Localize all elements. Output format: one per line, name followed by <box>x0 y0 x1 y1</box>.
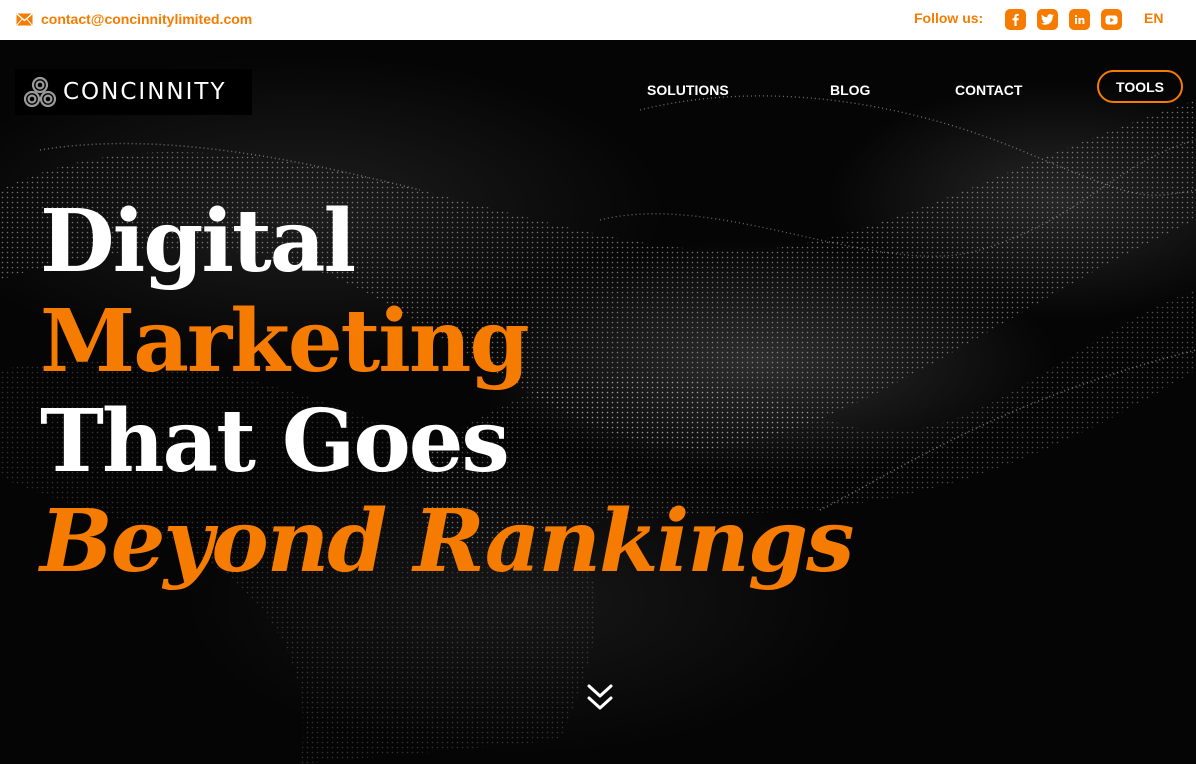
triskelion-logo-icon <box>23 76 57 108</box>
headline-line-3: That Goes <box>40 391 510 492</box>
twitter-icon[interactable] <box>1037 9 1058 30</box>
youtube-icon[interactable] <box>1101 9 1122 30</box>
double-chevron-down-icon[interactable] <box>586 683 614 713</box>
nav-solutions[interactable]: SOLUTIONS <box>647 82 729 98</box>
linkedin-icon[interactable] <box>1069 9 1090 30</box>
tools-button-label: TOOLS <box>1116 78 1164 95</box>
follow-us-label: Follow us: <box>914 10 984 26</box>
language-selector[interactable]: EN <box>1144 10 1163 26</box>
concinnity-logo[interactable]: CONCINNITY <box>15 69 252 115</box>
nav-blog[interactable]: BLOG <box>830 82 870 98</box>
nav-contact[interactable]: CONTACT <box>955 82 1022 98</box>
mail-icon <box>16 12 33 26</box>
headline-line-2: Marketing <box>40 291 530 392</box>
hero-section: CONCINNITY SOLUTIONS BLOG CONTACT TOOLS … <box>0 40 1196 764</box>
headline-line-1: Digital <box>40 191 356 292</box>
contact-email-link[interactable]: contact@concinnitylimited.com <box>16 11 252 27</box>
contact-email-text: contact@concinnitylimited.com <box>41 11 253 27</box>
brand-name: CONCINNITY <box>63 79 227 105</box>
headline-line-4: Beyond Rankings <box>40 491 854 592</box>
top-bar: contact@concinnitylimited.com Follow us:… <box>0 0 1196 40</box>
facebook-icon[interactable] <box>1005 9 1026 30</box>
tools-button[interactable]: TOOLS <box>1097 70 1183 103</box>
hero-headline: Digital Marketing That Goes Beyond Ranki… <box>40 191 854 592</box>
